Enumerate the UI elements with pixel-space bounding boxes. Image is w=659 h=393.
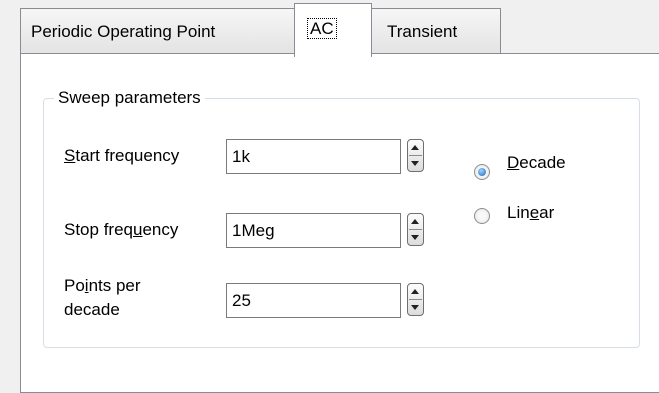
stop-frequency-label: Stop frequency — [64, 220, 179, 239]
spin-up-icon[interactable] — [408, 284, 423, 299]
spin-up-icon[interactable] — [408, 214, 423, 229]
spin-down-icon[interactable] — [408, 156, 423, 171]
decade-label[interactable]: Decade — [507, 153, 566, 173]
points-per-decade-input[interactable]: 25 — [226, 283, 401, 318]
radio-linear[interactable] — [474, 208, 490, 224]
stop-frequency-input[interactable]: 1Meg — [226, 213, 401, 248]
tab-label: Periodic Operating Point — [31, 22, 216, 41]
group-title: Sweep parameters — [54, 86, 205, 110]
tab-ac[interactable]: AC — [294, 3, 372, 57]
radio-decade[interactable] — [474, 164, 490, 180]
tab-strip: Periodic Operating Point Transient AC — [0, 0, 659, 57]
points-per-decade-label: Points per decade — [64, 276, 141, 319]
start-frequency-input[interactable]: 1k — [226, 139, 401, 174]
spin-up-icon[interactable] — [408, 140, 423, 155]
start-frequency-label: Start frequency — [64, 146, 180, 165]
start-frequency-spinner[interactable] — [407, 139, 424, 172]
tab-label: AC — [307, 18, 337, 39]
tab-periodic-operating-point[interactable]: Periodic Operating Point — [20, 8, 295, 54]
tab-label: Transient — [387, 22, 458, 41]
spin-down-icon[interactable] — [408, 230, 423, 245]
spin-down-icon[interactable] — [408, 300, 423, 315]
tab-transient[interactable]: Transient — [371, 8, 501, 54]
stop-frequency-spinner[interactable] — [407, 213, 424, 246]
points-per-decade-spinner[interactable] — [407, 283, 424, 316]
linear-label[interactable]: Linear — [507, 203, 554, 223]
